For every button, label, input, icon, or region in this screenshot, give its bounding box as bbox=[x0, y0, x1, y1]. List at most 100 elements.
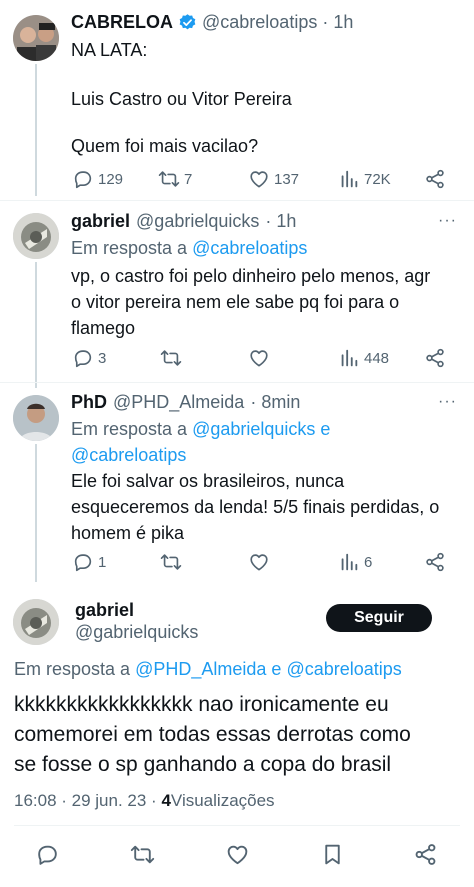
author-handle[interactable]: @PHD_Almeida bbox=[113, 392, 244, 413]
tweet-text-line: se fosse o sp ganhando a copa do brasil bbox=[14, 753, 392, 776]
reply-button[interactable]: 129 bbox=[72, 168, 123, 190]
author-name[interactable]: gabriel bbox=[75, 600, 134, 621]
author-name[interactable]: gabriel bbox=[71, 211, 130, 232]
tweet-time[interactable]: · 1h bbox=[322, 12, 353, 33]
reply-prefix: Em resposta a bbox=[71, 238, 188, 258]
reply-context: Em resposta a @cabreloatips bbox=[71, 235, 307, 261]
tweet-actions: 1 6 bbox=[0, 549, 474, 575]
follow-button[interactable]: Seguir bbox=[326, 604, 432, 632]
main-tweet-actions bbox=[0, 840, 474, 868]
tweet-text-line: Quem foi mais vacilao? bbox=[71, 136, 259, 156]
share-icon bbox=[424, 347, 446, 369]
retweet-button[interactable] bbox=[160, 551, 182, 573]
reply-to-link[interactable]: @gabrielquicks bbox=[192, 419, 315, 439]
like-button[interactable] bbox=[248, 347, 270, 369]
more-icon[interactable]: ··· bbox=[438, 393, 457, 411]
share-button[interactable] bbox=[424, 551, 446, 573]
author-name[interactable]: CABRELOA bbox=[71, 12, 173, 33]
views-label: Visualizações bbox=[170, 791, 275, 810]
views-icon bbox=[338, 168, 360, 190]
share-button[interactable] bbox=[424, 168, 446, 190]
reply-button[interactable]: 1 bbox=[72, 551, 106, 573]
bookmark-icon bbox=[320, 842, 345, 867]
share-icon bbox=[413, 842, 438, 867]
divider bbox=[0, 200, 474, 201]
bookmark-button[interactable] bbox=[320, 842, 345, 867]
tweet-text-line: o vitor pereira nem ele sabe pq foi para… bbox=[71, 292, 400, 312]
reply-button[interactable] bbox=[35, 842, 60, 867]
tweet-actions: 129 7 137 72K bbox=[0, 166, 474, 192]
tweet-text-line: homem é pika bbox=[71, 523, 185, 543]
like-icon bbox=[248, 551, 270, 573]
retweet-icon bbox=[158, 168, 180, 190]
more-icon[interactable]: ··· bbox=[438, 212, 457, 230]
views-count: 6 bbox=[364, 553, 373, 571]
retweet-icon bbox=[160, 347, 182, 369]
main-tweet-text: kkkkkkkkkkkkkkkkk nao ironicamente eu co… bbox=[14, 690, 411, 780]
reply-count: 1 bbox=[98, 553, 107, 571]
retweet-icon bbox=[160, 551, 182, 573]
tweet-text-line: vp, o castro foi pelo dinheiro pelo meno… bbox=[71, 266, 431, 286]
retweet-count: 7 bbox=[184, 170, 193, 188]
retweet-icon bbox=[130, 842, 155, 867]
timestamp[interactable]: 16:08 · 29 jun. 23 · bbox=[14, 791, 157, 810]
reply-joiner: e bbox=[320, 419, 331, 439]
reply-count: 129 bbox=[98, 170, 124, 188]
tweet-time[interactable]: · 1h bbox=[265, 211, 296, 232]
tweet-actions: 3 448 bbox=[0, 345, 474, 371]
avatar[interactable] bbox=[13, 599, 59, 645]
retweet-button[interactable]: 7 bbox=[158, 168, 192, 190]
reply-context: Em resposta a @gabrielquicks e bbox=[71, 416, 330, 442]
verified-badge-icon bbox=[178, 13, 197, 32]
views-button[interactable]: 6 bbox=[338, 551, 372, 573]
tweet-text-line: esqueceremos da lenda! 5/5 finais perdid… bbox=[71, 497, 440, 517]
reply-icon bbox=[72, 551, 94, 573]
reply-joiner: e bbox=[271, 659, 282, 679]
tweet-time[interactable]: · 8min bbox=[250, 392, 300, 413]
reply-button[interactable]: 3 bbox=[72, 347, 106, 369]
tweet-text-line: comemorei em todas essas derrotas como bbox=[14, 723, 411, 746]
tweet-text-line: kkkkkkkkkkkkkkkkk nao ironicamente eu bbox=[14, 693, 389, 716]
reply-to-link[interactable]: @cabreloatips bbox=[192, 238, 307, 258]
like-button[interactable] bbox=[248, 551, 270, 573]
like-icon bbox=[225, 842, 250, 867]
author-handle[interactable]: @gabrielquicks bbox=[75, 622, 198, 643]
author-name[interactable]: PhD bbox=[71, 392, 107, 413]
like-button[interactable] bbox=[225, 842, 250, 867]
tweet-text-line: NA LATA: bbox=[71, 40, 148, 60]
like-count: 137 bbox=[274, 170, 300, 188]
avatar[interactable] bbox=[13, 213, 59, 259]
divider bbox=[0, 382, 474, 383]
share-icon bbox=[424, 551, 446, 573]
tweet-text-line: Luis Castro ou Vitor Pereira bbox=[71, 89, 292, 109]
views-count: 448 bbox=[364, 349, 390, 367]
retweet-button[interactable] bbox=[160, 347, 182, 369]
divider bbox=[14, 825, 460, 826]
like-button[interactable]: 137 bbox=[248, 168, 299, 190]
views-button[interactable]: 448 bbox=[338, 347, 389, 369]
author-handle[interactable]: @gabrielquicks bbox=[136, 211, 259, 232]
reply-icon bbox=[72, 168, 94, 190]
share-button[interactable] bbox=[424, 347, 446, 369]
tweet-meta: 16:08 · 29 jun. 23 · 4Visualizações bbox=[14, 791, 275, 811]
reply-icon bbox=[35, 842, 60, 867]
reply-to-link[interactable]: @PHD_Almeida bbox=[135, 659, 266, 679]
tweet-text-line: Ele foi salvar os brasileiros, nunca bbox=[71, 471, 345, 491]
share-icon bbox=[424, 168, 446, 190]
like-icon bbox=[248, 347, 270, 369]
avatar[interactable] bbox=[13, 395, 59, 441]
reply-to-link[interactable]: @cabreloatips bbox=[286, 659, 401, 679]
share-button[interactable] bbox=[413, 842, 438, 867]
reply-to-link[interactable]: @cabreloatips bbox=[71, 442, 186, 468]
views-button[interactable]: 72K bbox=[338, 168, 391, 190]
views-icon bbox=[338, 551, 360, 573]
avatar[interactable] bbox=[13, 15, 59, 61]
views-count: 72K bbox=[364, 170, 391, 188]
views-count: 4 bbox=[161, 791, 171, 810]
retweet-button[interactable] bbox=[130, 842, 155, 867]
author-handle[interactable]: @cabreloatips bbox=[202, 12, 317, 33]
reply-count: 3 bbox=[98, 349, 107, 367]
reply-icon bbox=[72, 347, 94, 369]
reply-prefix: Em resposta a bbox=[71, 419, 188, 439]
reply-context: Em resposta a @PHD_Almeida e @cabreloati… bbox=[14, 656, 402, 682]
